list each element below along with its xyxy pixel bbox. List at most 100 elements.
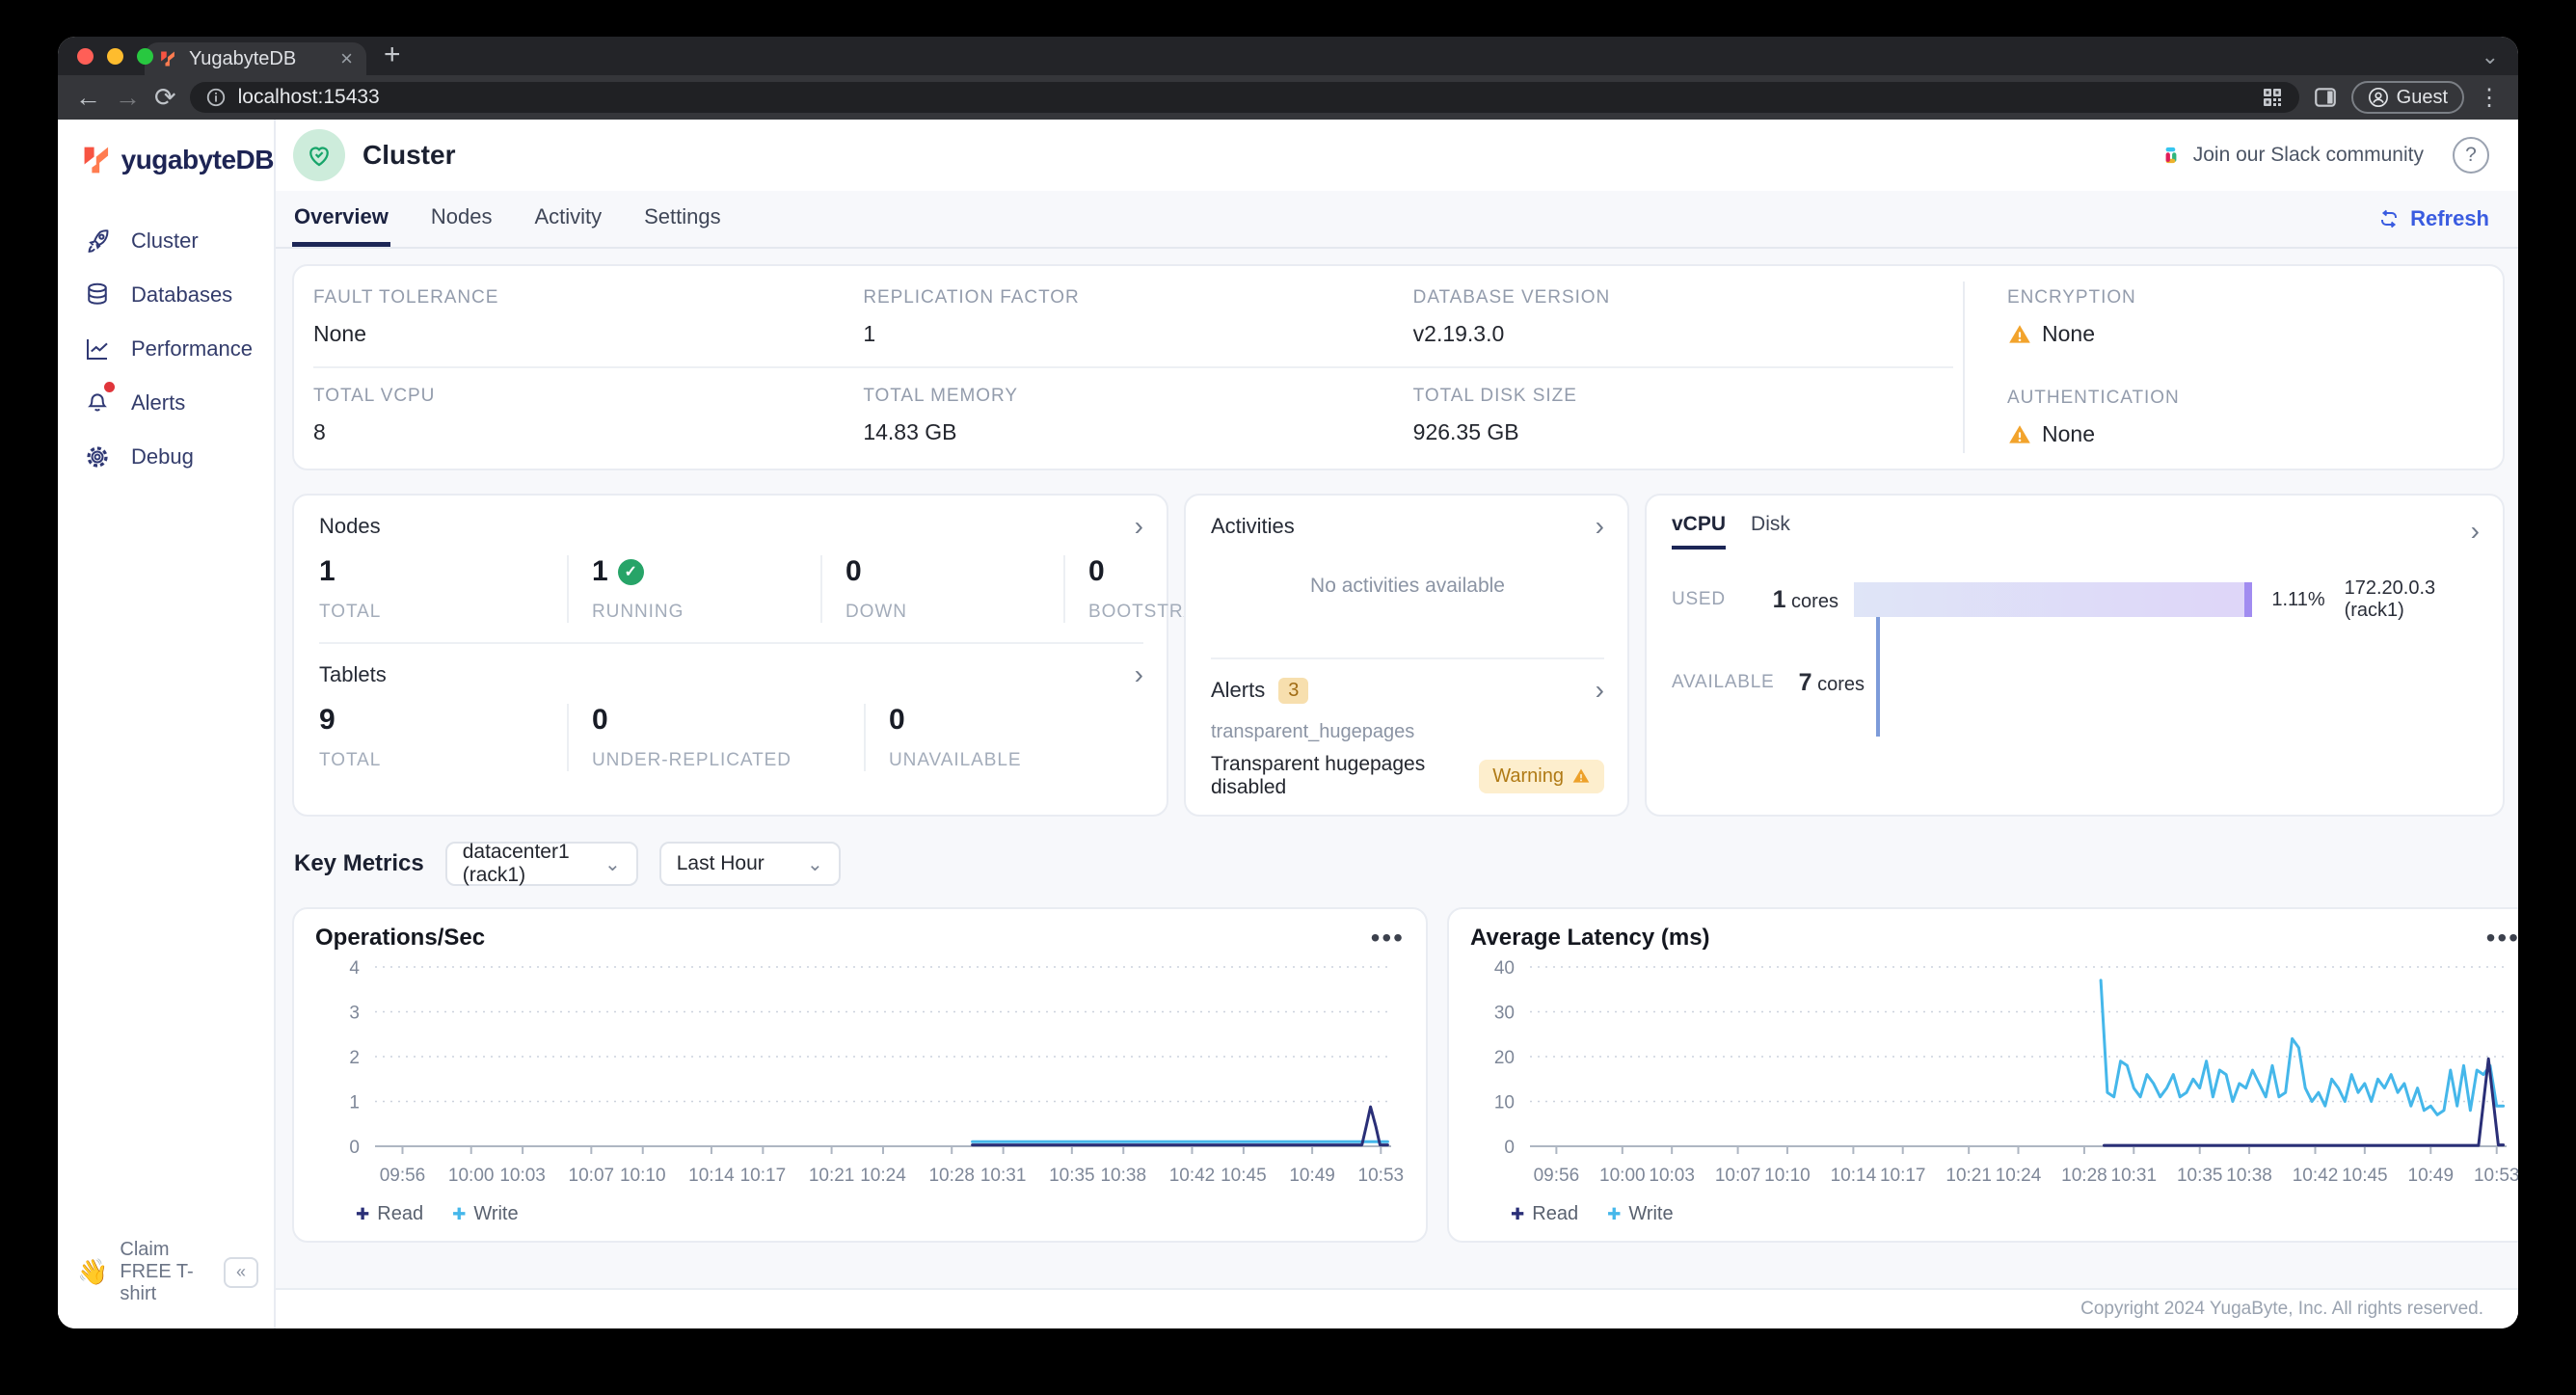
refresh-button[interactable]: Refresh	[2377, 191, 2489, 247]
site-info-icon[interactable]	[205, 87, 227, 108]
stat-label: FAULT TOLERANCE	[313, 287, 499, 308]
database-icon	[88, 282, 107, 305]
sidebar-item-alerts[interactable]: Alerts	[58, 376, 274, 430]
time-range-select[interactable]: Last Hour ⌄	[658, 842, 841, 886]
footer: Copyright 2024 YugaByte, Inc. All rights…	[276, 1288, 2518, 1328]
person-icon	[2368, 88, 2388, 107]
latency-chart-card: Average Latency (ms) ••• 0 10 20 30 40 09:56 1…	[1447, 907, 2518, 1243]
svg-text:10:31: 10:31	[2111, 1166, 2158, 1186]
tab-nodes[interactable]: Nodes	[429, 191, 495, 247]
alerts-card-title: Alerts	[1211, 678, 1266, 702]
alerts-chevron-right-icon[interactable]: ›	[1596, 677, 1604, 704]
time-select-value: Last Hour	[676, 852, 765, 874]
alert-row: Transparent hugepages disabled Warning	[1211, 753, 1604, 799]
legend-item[interactable]: ✚ Write	[452, 1203, 519, 1225]
close-tab-icon[interactable]: ×	[340, 48, 353, 69]
guest-label: Guest	[2396, 86, 2448, 108]
nodes-card: Nodes › 1 TOTAL 1 ✓ RUNNING 0 DOWN 0 BOO…	[292, 494, 1257, 817]
svg-text:0: 0	[349, 1138, 360, 1158]
svg-text:10:42: 10:42	[2293, 1166, 2339, 1186]
svg-text:2: 2	[349, 1048, 360, 1068]
region-select[interactable]: datacenter1 (rack1) ⌄	[444, 841, 638, 886]
operations-chart-legend: ✚ Read ✚ Write	[315, 1195, 1405, 1231]
reload-button[interactable]: ⟳	[154, 84, 176, 111]
app-page: yugabyteDB Cluster Databases Performance…	[58, 120, 2518, 1328]
svg-text:1: 1	[349, 1093, 360, 1113]
svg-text:10:10: 10:10	[1764, 1166, 1811, 1186]
legend-item[interactable]: ✚ Write	[1607, 1203, 1674, 1225]
tablets-chevron-right-icon[interactable]: ›	[1135, 661, 1143, 688]
warning-icon	[2009, 324, 2030, 343]
stat-encryption: ENCRYPTION None	[2007, 287, 2503, 347]
legend-item[interactable]: ✚ Read	[1511, 1203, 1578, 1225]
forward-button[interactable]: →	[115, 84, 141, 111]
svg-text:10:24: 10:24	[1996, 1166, 2042, 1186]
activities-empty-text: No activities available	[1310, 575, 1505, 597]
tab-search-chevron-icon[interactable]: ⌄	[2482, 44, 2499, 69]
legend-item[interactable]: ✚ Read	[356, 1203, 423, 1225]
resource-usage-card: vCPU Disk › USED 1 cores 1.11% 172.20.0.…	[1645, 494, 2505, 817]
stat-value: v2.19.3.0	[1412, 321, 1505, 346]
svg-text:10:14: 10:14	[688, 1166, 735, 1186]
nodes-card-title: Nodes	[319, 514, 381, 538]
sidebar-item-debug[interactable]: Debug	[58, 430, 274, 484]
tab-overview[interactable]: Overview	[292, 191, 390, 247]
close-window-button[interactable]	[77, 48, 94, 65]
divider	[319, 642, 1143, 644]
app-header: Cluster Join our Slack community ?	[276, 120, 2518, 191]
sidebar-item-databases[interactable]: Databases	[58, 268, 274, 322]
help-button[interactable]: ?	[2453, 137, 2489, 174]
svg-text:20: 20	[1494, 1048, 1515, 1068]
browser-tab[interactable]: YugabyteDB ×	[145, 42, 366, 75]
stat-database-version: DATABASE VERSION v2.19.3.0	[1413, 287, 1963, 347]
nodes-down: 0 DOWN	[820, 555, 1063, 623]
browser-menu-button[interactable]: ⋮	[2478, 84, 2501, 112]
svg-text:10:07: 10:07	[1715, 1166, 1761, 1186]
sidebar-item-cluster[interactable]: Cluster	[58, 214, 274, 268]
svg-text:10:24: 10:24	[860, 1166, 906, 1186]
nodes-chevron-right-icon[interactable]: ›	[1135, 513, 1143, 540]
svg-text:10:42: 10:42	[1169, 1166, 1216, 1186]
back-button[interactable]: ←	[75, 84, 101, 111]
sidebar-collapse-button[interactable]: «	[224, 1256, 258, 1288]
side-panel-icon[interactable]	[2313, 85, 2338, 110]
address-bar[interactable]: localhost:15433	[189, 82, 2299, 113]
svg-text:10:21: 10:21	[809, 1166, 855, 1186]
browser-toolbar: ← → ⟳ localhost:15433 Guest ⋮	[58, 75, 2518, 120]
alert-description: Transparent hugepages disabled	[1211, 753, 1426, 798]
heart-check-icon	[309, 147, 329, 167]
new-tab-button[interactable]: +	[384, 40, 401, 69]
svg-text:10:49: 10:49	[2408, 1166, 2455, 1186]
vcpu-used-bar	[1853, 582, 2253, 617]
zoom-window-button[interactable]	[137, 48, 153, 65]
profile-button[interactable]: Guest	[2350, 81, 2464, 114]
activities-chevron-right-icon[interactable]: ›	[1596, 513, 1604, 540]
tab-activity[interactable]: Activity	[532, 191, 604, 247]
tab-disk[interactable]: Disk	[1751, 513, 1790, 550]
cluster-stats-card: FAULT TOLERANCE None REPLICATION FACTOR …	[292, 264, 2505, 470]
tablets-under-replicated: 0 UNDER-REPLICATED	[567, 704, 864, 771]
sidebar-item-performance[interactable]: Performance	[58, 322, 274, 376]
claim-tshirt-link[interactable]: Claim FREE T-shirt	[120, 1239, 212, 1305]
warning-label: Warning	[1492, 765, 1564, 787]
svg-text:10:17: 10:17	[740, 1166, 787, 1186]
stat-value: None	[2042, 421, 2095, 446]
tab-vcpu[interactable]: vCPU	[1672, 513, 1727, 550]
svg-text:10:53: 10:53	[2474, 1166, 2518, 1186]
stat-label: AUTHENTICATION	[2007, 388, 2180, 408]
slack-community-link[interactable]: Join our Slack community	[2159, 143, 2424, 168]
chart-menu-button[interactable]: •••	[2486, 925, 2518, 952]
svg-text:10:10: 10:10	[620, 1166, 666, 1186]
sidebar: yugabyteDB Cluster Databases Performance…	[58, 120, 276, 1328]
chart-menu-button[interactable]: •••	[1371, 925, 1405, 952]
sidebar-item-label: Cluster	[131, 228, 199, 253]
app-logo[interactable]: yugabyteDB	[58, 139, 275, 181]
key-metrics-bar: Key Metrics datacenter1 (rack1) ⌄ Last H…	[294, 841, 2505, 886]
qr-code-icon[interactable]	[2261, 86, 2284, 109]
legend-label: Read	[377, 1203, 424, 1224]
used-label: USED	[1672, 589, 1726, 609]
minimize-window-button[interactable]	[107, 48, 123, 65]
region-select-value: datacenter1 (rack1)	[462, 841, 570, 886]
tab-settings[interactable]: Settings	[642, 191, 723, 247]
resource-chevron-right-icon[interactable]: ›	[2471, 518, 2480, 545]
